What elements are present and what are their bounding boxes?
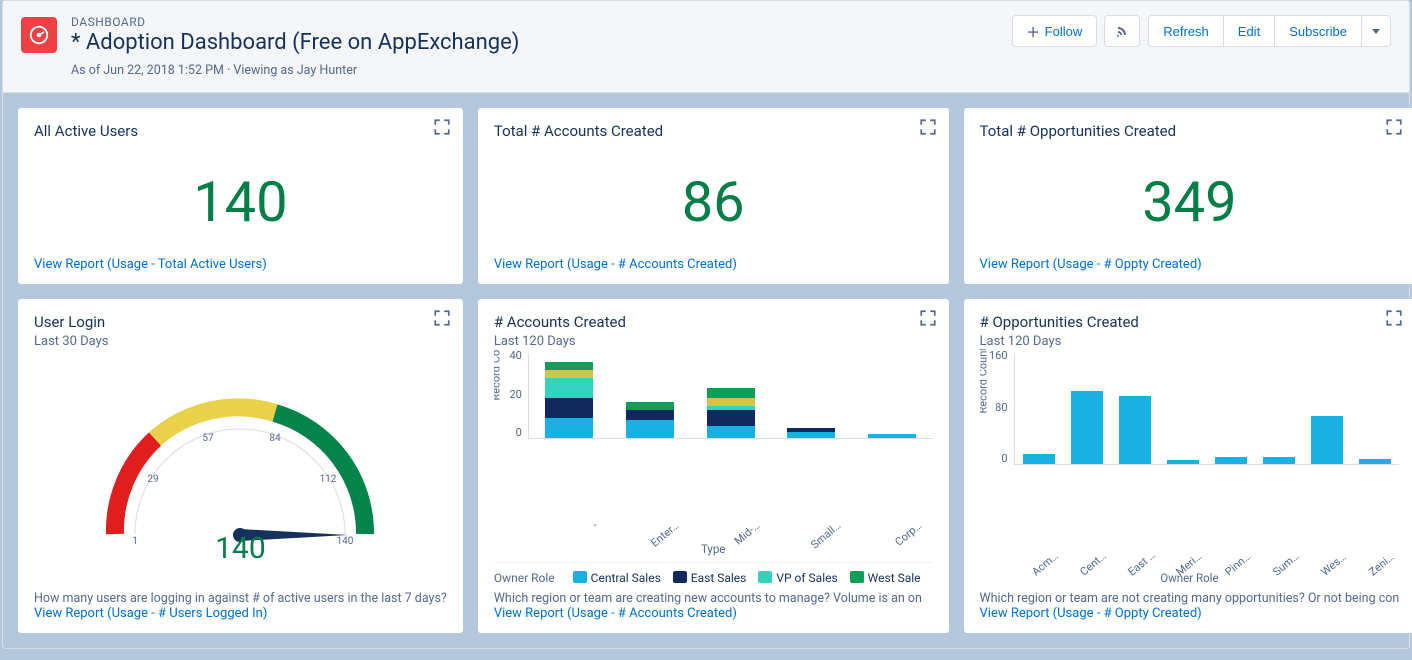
card-subtitle: Last 120 Days <box>980 334 1400 349</box>
page-title: * Adoption Dashboard (Free on AppExchang… <box>71 30 519 55</box>
card-description: Which region or team are not creating ma… <box>980 591 1400 606</box>
card-opportunities-created: Total # Opportunities Created 349 View R… <box>964 108 1412 284</box>
svg-text:57: 57 <box>203 433 215 444</box>
stacked-bar <box>626 402 674 438</box>
view-report-link[interactable]: View Report (Usage - # Oppty Created) <box>980 606 1400 621</box>
bar <box>1359 459 1391 464</box>
card-user-login: User Login Last 30 Days 1 29 57 <box>18 299 463 633</box>
view-report-link[interactable]: View Report (Usage - # Users Logged In) <box>34 606 447 621</box>
gauge-value: 140 <box>215 531 266 566</box>
bar <box>1215 457 1247 464</box>
dashboard-header: DASHBOARD * Adoption Dashboard (Free on … <box>3 1 1409 93</box>
view-report-link[interactable]: View Report (Usage - # Accounts Created) <box>494 606 933 621</box>
more-actions-button[interactable] <box>1361 15 1391 47</box>
card-accounts-created: Total # Accounts Created 86 View Report … <box>478 108 949 284</box>
view-report-link[interactable]: View Report (Usage - # Oppty Created) <box>980 257 1400 272</box>
card-opps-chart: # Opportunities Created Last 120 Days Re… <box>964 299 1412 633</box>
svg-text:84: 84 <box>270 433 282 444</box>
svg-text:112: 112 <box>320 474 337 485</box>
card-title: # Opportunities Created <box>980 313 1400 331</box>
subscribe-button[interactable]: Subscribe <box>1274 15 1362 47</box>
card-subtitle: Last 120 Days <box>494 334 933 349</box>
card-title: All Active Users <box>34 122 447 140</box>
stacked-bar <box>787 428 835 438</box>
dashboard-meta: As of Jun 22, 2018 1:52 PM · Viewing as … <box>71 63 519 78</box>
card-title: # Accounts Created <box>494 313 933 331</box>
gauge-chart: 1 29 57 84 112 140 <box>80 369 400 549</box>
stacked-bar <box>868 434 916 438</box>
chart-legend: Owner Role Central SalesEast SalesVP of … <box>494 562 933 585</box>
follow-button[interactable]: ＋ Follow <box>1012 15 1098 47</box>
stacked-bar <box>707 388 755 438</box>
bar <box>1071 391 1103 464</box>
card-description: How many users are logging in against # … <box>34 591 447 606</box>
chevron-down-icon <box>1372 29 1380 34</box>
card-description: Which region or team are creating new ac… <box>494 591 933 606</box>
svg-text:1: 1 <box>133 536 139 547</box>
follow-label: Follow <box>1045 24 1083 39</box>
legend-item: West Sale <box>850 571 921 585</box>
view-report-link[interactable]: View Report (Usage - # Accounts Created) <box>494 257 933 272</box>
bar <box>1311 416 1343 464</box>
metric-value: 349 <box>980 146 1400 257</box>
expand-icon[interactable] <box>433 309 451 327</box>
card-title: Total # Accounts Created <box>494 122 933 140</box>
card-title: User Login <box>34 313 447 331</box>
bar <box>1119 396 1151 464</box>
header-actions: ＋ Follow Refresh Edit Subscribe <box>1012 15 1391 47</box>
legend-item: VP of Sales <box>758 571 837 585</box>
svg-text:140: 140 <box>337 536 354 547</box>
expand-icon[interactable] <box>919 118 937 136</box>
expand-icon[interactable] <box>1385 309 1403 327</box>
rss-icon <box>1115 24 1129 38</box>
stacked-bar <box>545 362 593 438</box>
feed-button[interactable] <box>1104 15 1140 47</box>
legend-item: East Sales <box>673 571 747 585</box>
card-title: Total # Opportunities Created <box>980 122 1400 140</box>
card-subtitle: Last 30 Days <box>34 334 447 349</box>
breadcrumb: DASHBOARD <box>71 15 519 29</box>
plus-icon: ＋ <box>1027 22 1040 41</box>
card-accounts-chart: # Accounts Created Last 120 Days Record … <box>478 299 949 633</box>
dashboard-grid: All Active Users 140 View Report (Usage … <box>3 93 1409 648</box>
opps-chart: Record Count 160 80 0 Acme Par…Central S… <box>980 349 1400 585</box>
card-active-users: All Active Users 140 View Report (Usage … <box>18 108 463 284</box>
y-axis-label: Record Cou… <box>494 349 503 401</box>
edit-button[interactable]: Edit <box>1223 15 1275 47</box>
accounts-chart: Record Cou… 40 20 0 -Enter…Mid-…Small…Co… <box>494 349 933 585</box>
expand-icon[interactable] <box>433 118 451 136</box>
expand-icon[interactable] <box>919 309 937 327</box>
svg-text:29: 29 <box>148 474 159 485</box>
expand-icon[interactable] <box>1385 118 1403 136</box>
bar <box>1023 454 1055 464</box>
y-axis-label: Record Count <box>980 349 990 414</box>
legend-item: Central Sales <box>573 571 661 585</box>
view-report-link[interactable]: View Report (Usage - Total Active Users) <box>34 257 447 272</box>
dashboard-icon <box>21 17 57 53</box>
bar <box>1263 457 1295 464</box>
bar <box>1167 460 1199 464</box>
metric-value: 86 <box>494 146 933 257</box>
metric-value: 140 <box>34 146 447 257</box>
refresh-button[interactable]: Refresh <box>1148 15 1224 47</box>
